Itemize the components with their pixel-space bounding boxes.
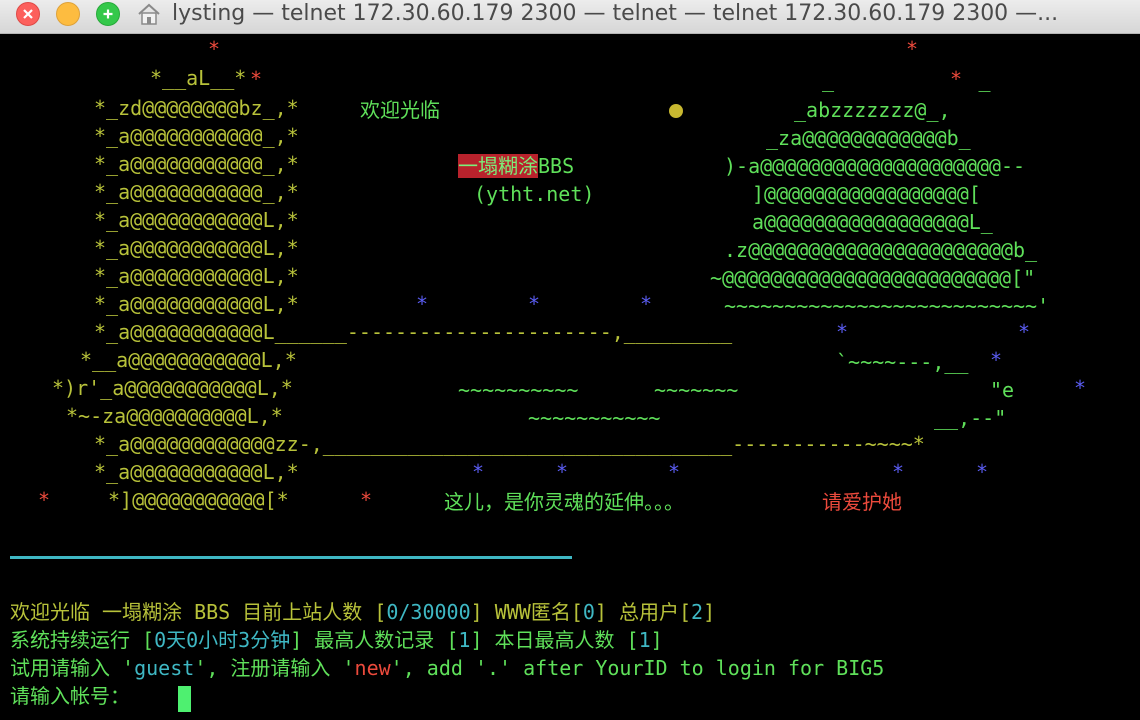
art-line: *_a@@@@@@@@@@@L______-------------------… bbox=[94, 320, 733, 344]
art-line: *_a@@@@@@@@@@@L,* bbox=[94, 460, 299, 484]
status-text: 欢迎光临 一塌糊涂 BBS 目前上站人数 [ bbox=[10, 600, 387, 624]
welcome-text: 欢迎光临 bbox=[360, 98, 440, 122]
art-line: *~-za@@@@@@@@@@L,* bbox=[66, 404, 283, 428]
art-line: __,--" bbox=[934, 406, 1007, 430]
instruction-text: ', add '.' after YourID to login for BIG… bbox=[390, 656, 885, 680]
star-decoration: * bbox=[528, 292, 541, 316]
star-decoration: * bbox=[950, 67, 963, 91]
new-keyword: new bbox=[354, 656, 391, 680]
star-decoration: * bbox=[990, 348, 1003, 372]
maximize-button[interactable] bbox=[96, 2, 120, 26]
art-line: *_a@@@@@@@@@@@_,* bbox=[94, 124, 299, 148]
home-folder-icon bbox=[138, 3, 160, 25]
art-line: "e bbox=[990, 378, 1015, 402]
art-line: *_a@@@@@@@@@@@_,* bbox=[94, 152, 299, 176]
total-users-count: 2 bbox=[691, 600, 704, 624]
moon-dot bbox=[669, 104, 683, 118]
uptime-value: 0天0小时3分钟 bbox=[154, 628, 291, 652]
star-decoration: * bbox=[668, 460, 681, 484]
title-bar[interactable]: lysting — telnet 172.30.60.179 2300 — te… bbox=[0, 0, 1140, 34]
art-line: .z@@@@@@@@@@@@@@@@@@@@@@b_ bbox=[724, 238, 1038, 262]
status-text: ] 最高人数记录 [ bbox=[290, 628, 459, 652]
star-decoration: * bbox=[250, 67, 263, 91]
art-line: _za@@@@@@@@@@@@b_ bbox=[766, 126, 971, 150]
star-decoration: * bbox=[38, 488, 51, 512]
art-line: *__a@@@@@@@@@@@L,* bbox=[80, 348, 297, 372]
status-text: 系统持续运行 [ bbox=[10, 628, 155, 652]
status-text: ] 本日最高人数 [ bbox=[470, 628, 639, 652]
terminal-content[interactable]: * * *__aL__* *_zd@@@@@@@@bz_,* *_a@@@@@@… bbox=[0, 35, 1140, 720]
wave-line: ~~~~~~~ bbox=[654, 378, 739, 402]
art-line: *)r'_a@@@@@@@@@@@L,* bbox=[52, 376, 293, 400]
star-decoration: * bbox=[1074, 376, 1087, 400]
art-line: *_a@@@@@@@@@@@L,* bbox=[94, 264, 299, 288]
art-line: *_zd@@@@@@@@bz_,* bbox=[94, 96, 299, 120]
art-line: a@@@@@@@@@@@@@@@@@L_ bbox=[752, 210, 993, 234]
art-line: ~@@@@@@@@@@@@@@@@@@@@@@@@[" bbox=[710, 266, 1036, 290]
star-decoration: * bbox=[640, 292, 653, 316]
record-count: 1 bbox=[458, 628, 471, 652]
divider-line bbox=[10, 556, 572, 559]
wave-line: ~~~~~~~~~~ bbox=[458, 378, 579, 402]
bbs-domain: (ytht.net) bbox=[474, 182, 595, 206]
wave-line: ~~~~~~~~~~~ bbox=[528, 406, 661, 430]
input-cursor[interactable] bbox=[178, 686, 191, 712]
status-text: ] 总用户[ bbox=[594, 600, 692, 624]
online-count: 0/30000 bbox=[386, 600, 471, 624]
art-line: _ _ bbox=[822, 68, 991, 92]
art-line: *__aL__* bbox=[150, 66, 247, 90]
art-line: *_a@@@@@@@@@@@L,* bbox=[94, 236, 299, 260]
instruction-text: ', 注册请输入 ' bbox=[194, 656, 355, 680]
art-line: ~~~~~~~~~~~~~~~~~~~~~~~~~~' bbox=[724, 294, 1050, 318]
slogan-red-text: 请爱护她 bbox=[822, 490, 902, 514]
star-decoration: * bbox=[976, 460, 989, 484]
terminal-window: lysting — telnet 172.30.60.179 2300 — te… bbox=[0, 0, 1140, 720]
bbs-name-suffix: BBS bbox=[538, 154, 575, 178]
art-line: `~~~~---,__ bbox=[836, 350, 969, 374]
slogan-text: 这儿，是你灵魂的延伸。。。 bbox=[444, 490, 684, 514]
art-line: *]@@@@@@@@@@@[* bbox=[108, 488, 289, 512]
status-text: ] bbox=[650, 628, 663, 652]
star-decoration: * bbox=[892, 460, 905, 484]
status-text: ] WWW匿名[ bbox=[470, 600, 583, 624]
star-decoration: * bbox=[416, 292, 429, 316]
bbs-name: 一塌糊涂BBS bbox=[458, 154, 574, 178]
window-title: lysting — telnet 172.30.60.179 2300 — te… bbox=[172, 1, 1059, 26]
art-line: ]@@@@@@@@@@@@@@@@@[ bbox=[752, 182, 981, 206]
anonymous-count: 0 bbox=[582, 600, 595, 624]
art-line: *_a@@@@@@@@@@@L,* bbox=[94, 208, 299, 232]
art-line: *_a@@@@@@@@@@@_,* bbox=[94, 180, 299, 204]
star-decoration: * bbox=[556, 460, 569, 484]
star-decoration: * bbox=[472, 460, 485, 484]
account-prompt: 请输入帐号： bbox=[10, 684, 130, 708]
art-line: *_a@@@@@@@@@@@L,* bbox=[94, 292, 299, 316]
star-decoration: * bbox=[360, 488, 373, 512]
status-line-uptime: 系统持续运行 [0天0小时3分钟] 最高人数记录 [1] 本日最高人数 [1] bbox=[10, 628, 663, 652]
guest-keyword: guest bbox=[134, 656, 195, 680]
close-button[interactable] bbox=[16, 2, 40, 26]
status-text: ] bbox=[703, 600, 716, 624]
minimize-button[interactable] bbox=[56, 2, 80, 26]
instruction-text: 试用请输入 ' bbox=[10, 656, 135, 680]
art-line: )-a@@@@@@@@@@@@@@@@@@@@-- bbox=[724, 154, 1026, 178]
today-max-count: 1 bbox=[638, 628, 651, 652]
art-line: _abzzzzzzz@_, bbox=[794, 98, 951, 122]
star-decoration: * bbox=[208, 37, 221, 61]
login-instructions: 试用请输入 'guest', 注册请输入 'new', add '.' afte… bbox=[10, 656, 884, 680]
bbs-name-highlight: 一塌糊涂 bbox=[458, 154, 538, 178]
star-decoration: * bbox=[836, 320, 849, 344]
art-line: *_a@@@@@@@@@@@@zz-,_____________________… bbox=[94, 432, 925, 456]
star-decoration: * bbox=[906, 37, 919, 61]
star-decoration: * bbox=[1018, 320, 1031, 344]
status-line-online: 欢迎光临 一塌糊涂 BBS 目前上站人数 [0/30000] WWW匿名[0] … bbox=[10, 600, 715, 624]
